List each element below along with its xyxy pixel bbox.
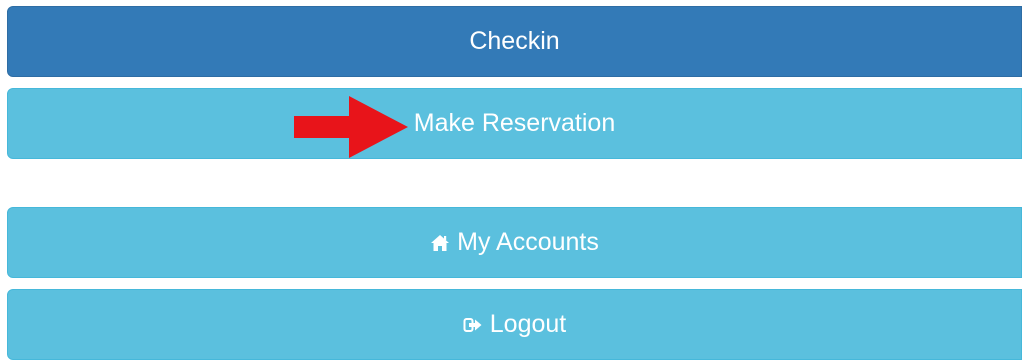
logout-label: Logout <box>489 310 567 338</box>
logout-button[interactable]: Logout <box>7 289 1022 360</box>
red-arrow-icon <box>294 96 408 158</box>
my-accounts-label: My Accounts <box>457 228 599 256</box>
make-reservation-label: Make Reservation <box>413 109 616 137</box>
home-icon <box>430 234 450 252</box>
checkin-button[interactable]: Checkin <box>7 6 1022 77</box>
my-accounts-button[interactable]: My Accounts <box>7 207 1022 278</box>
make-reservation-button[interactable]: Make Reservation <box>7 88 1022 159</box>
checkin-label: Checkin <box>469 27 560 55</box>
menu-panel: Checkin Make Reservation My Accounts Log… <box>0 0 1022 360</box>
sign-out-icon <box>463 316 483 334</box>
